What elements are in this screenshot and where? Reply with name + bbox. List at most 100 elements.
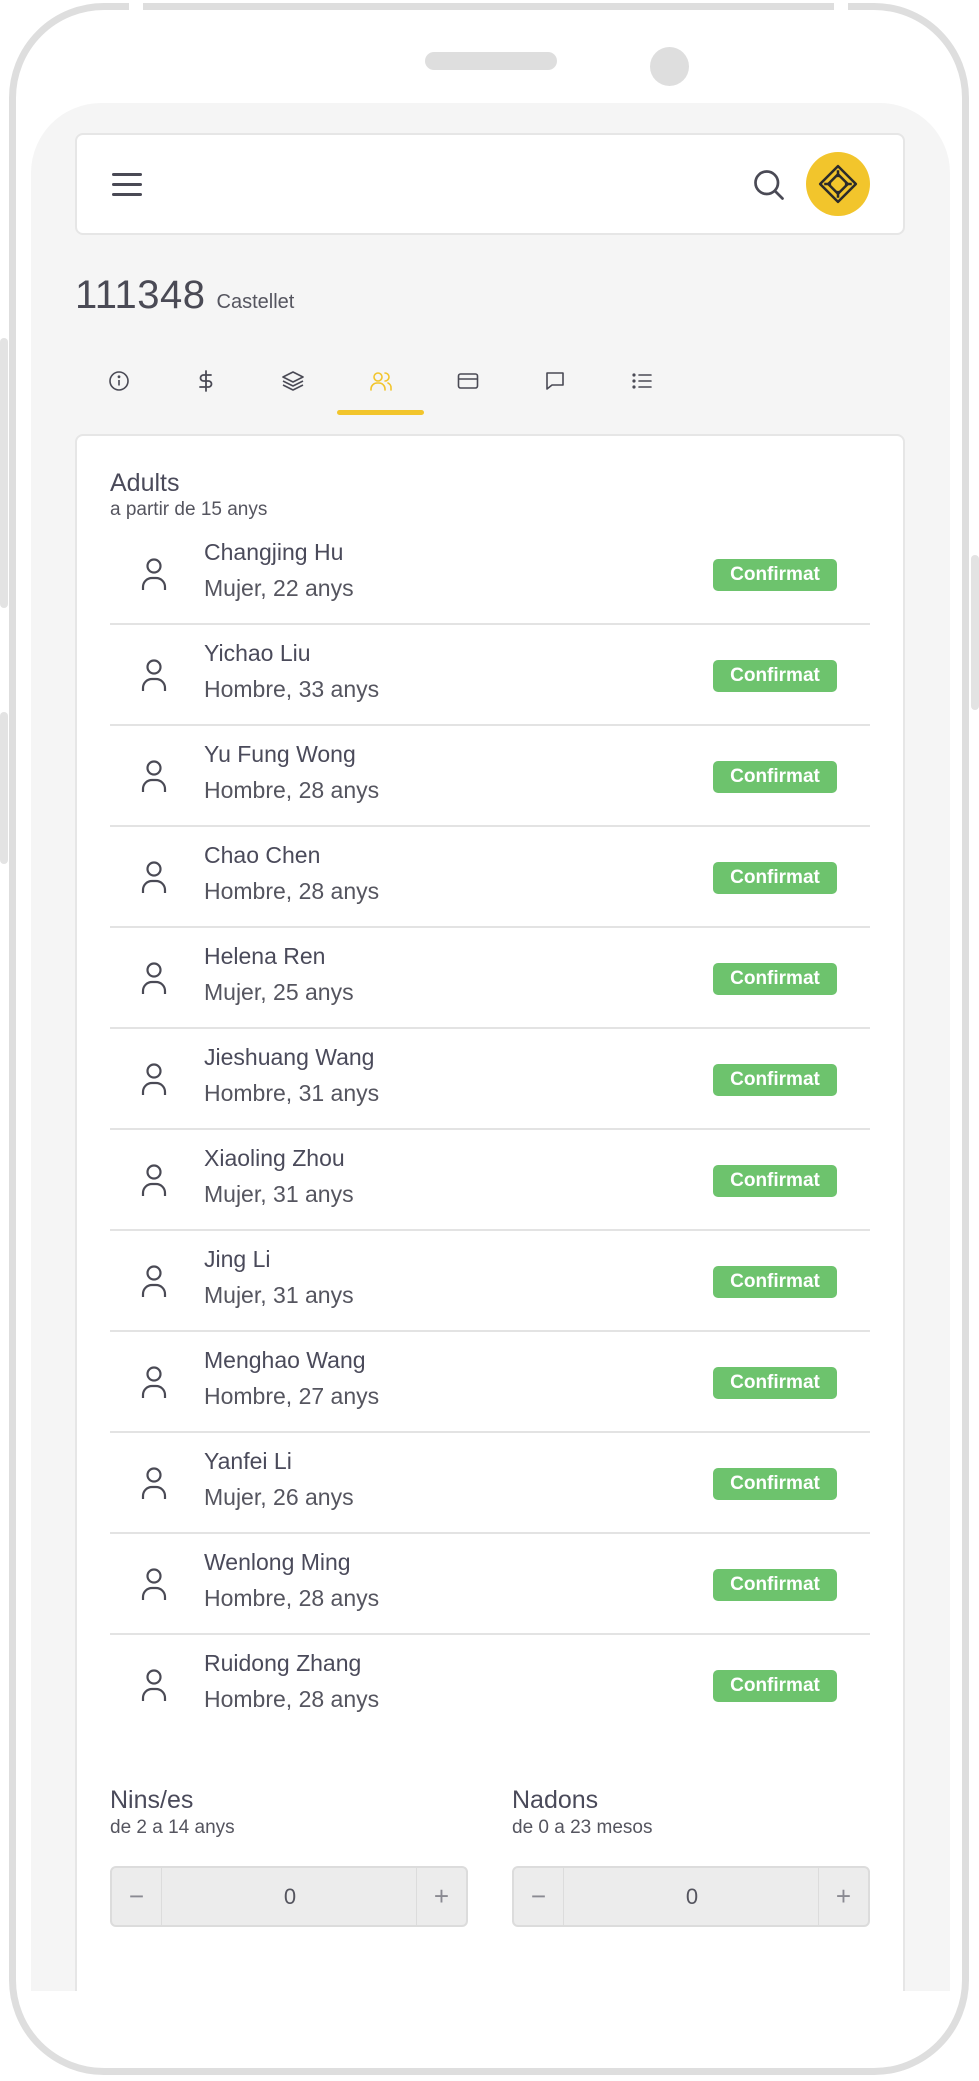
person-details: Hombre, 27 anys (204, 1383, 380, 1409)
user-avatar[interactable] (806, 152, 870, 216)
children-subtitle: de 2 a 14 anys (110, 1817, 235, 1838)
children-decrement-button[interactable]: − (112, 1868, 162, 1925)
person-icon (141, 1164, 167, 1196)
tab-card[interactable] (424, 347, 511, 415)
side-button-right (971, 555, 979, 710)
users-icon (369, 372, 392, 391)
list-item[interactable]: Helena Ren Mujer, 25 anys Confirmat (110, 928, 870, 1029)
tab-list[interactable] (599, 347, 686, 415)
volume-button (0, 338, 8, 608)
person-icon (141, 1467, 167, 1499)
logo-icon (818, 164, 858, 204)
list-icon (632, 373, 653, 389)
tab-info[interactable] (75, 347, 162, 415)
person-icon (141, 1568, 167, 1600)
adults-list: Changjing Hu Mujer, 22 anys Confirmat Yicha… (110, 524, 870, 1736)
person-details: Hombre, 28 anys (204, 878, 380, 904)
children-count-input[interactable] (163, 1868, 417, 1925)
babies-stepper: − + (512, 1866, 870, 1927)
list-item[interactable]: Jing Li Mujer, 31 anys Confirmat (110, 1231, 870, 1332)
person-icon (141, 1265, 167, 1297)
list-item[interactable]: Yanfei Li Mujer, 26 anys Confirmat (110, 1433, 870, 1534)
person-name: Ruidong Zhang (204, 1650, 362, 1676)
tab-messages[interactable] (511, 347, 598, 415)
status-badge[interactable]: Confirmat (713, 1468, 837, 1500)
list-item[interactable]: Jieshuang Wang Hombre, 31 anys Confirmat (110, 1029, 870, 1130)
person-icon (141, 1366, 167, 1398)
search-icon[interactable] (751, 167, 787, 203)
menu-icon[interactable] (112, 173, 142, 197)
list-item[interactable]: Xiaoling Zhou Mujer, 31 anys Confirmat (110, 1130, 870, 1231)
babies-subtitle: de 0 a 23 mesos (512, 1817, 653, 1838)
person-name: Helena Ren (204, 943, 326, 969)
frame-notch-gap (834, 2, 848, 12)
tab-payments[interactable] (162, 347, 249, 415)
tab-people[interactable] (336, 347, 425, 415)
person-details: Hombre, 33 anys (204, 676, 380, 702)
person-details: Hombre, 28 anys (204, 1585, 380, 1611)
phone-speaker (425, 52, 557, 70)
status-badge[interactable]: Confirmat (713, 660, 837, 692)
person-details: Mujer, 25 anys (204, 979, 354, 1005)
status-badge[interactable]: Confirmat (713, 862, 837, 894)
list-item[interactable]: Ruidong Zhang Hombre, 28 anys Confirmat (110, 1635, 870, 1736)
person-name: Menghao Wang (204, 1347, 366, 1373)
message-icon (546, 372, 564, 390)
status-badge[interactable]: Confirmat (713, 761, 837, 793)
status-badge[interactable]: Confirmat (713, 1165, 837, 1197)
page-title: 111348 Castellet (75, 273, 294, 318)
person-name: Yanfei Li (204, 1448, 292, 1474)
person-details: Hombre, 28 anys (204, 777, 380, 803)
person-name: Jing Li (204, 1246, 271, 1272)
person-icon (141, 659, 167, 691)
dollar-icon (199, 370, 213, 392)
adults-title: Adults (110, 469, 180, 497)
app-screen: 111348 Castellet Adults a partir de 15 a… (31, 103, 950, 1991)
person-icon (141, 1669, 167, 1701)
list-item[interactable]: Changjing Hu Mujer, 22 anys Confirmat (110, 524, 870, 625)
person-details: Mujer, 22 anys (204, 575, 354, 601)
babies-title: Nadons (512, 1786, 599, 1814)
person-name: Yu Fung Wong (204, 741, 356, 767)
list-item[interactable]: Yu Fung Wong Hombre, 28 anys Confirmat (110, 726, 870, 827)
person-details: Mujer, 31 anys (204, 1181, 354, 1207)
person-details: Mujer, 31 anys (204, 1282, 354, 1308)
person-details: Hombre, 28 anys (204, 1686, 380, 1712)
status-badge[interactable]: Confirmat (713, 1670, 837, 1702)
status-badge[interactable]: Confirmat (713, 559, 837, 591)
person-details: Mujer, 26 anys (204, 1484, 354, 1510)
attendees-card: Adults a partir de 15 anys Changjing Hu M… (75, 434, 905, 1991)
list-item[interactable]: Wenlong Ming Hombre, 28 anys Confirmat (110, 1534, 870, 1635)
credit-card-icon (457, 373, 479, 389)
list-item[interactable]: Menghao Wang Hombre, 27 anys Confirmat (110, 1332, 870, 1433)
babies-increment-button[interactable]: + (818, 1868, 868, 1925)
person-name: Wenlong Ming (204, 1549, 351, 1575)
status-badge[interactable]: Confirmat (713, 1064, 837, 1096)
status-badge[interactable]: Confirmat (713, 1569, 837, 1601)
tab-layers[interactable] (250, 347, 337, 415)
babies-count-input[interactable] (565, 1868, 819, 1925)
person-icon (141, 558, 167, 590)
person-name: Chao Chen (204, 842, 321, 868)
status-badge[interactable]: Confirmat (713, 1367, 837, 1399)
list-item[interactable]: Yichao Liu Hombre, 33 anys Confirmat (110, 625, 870, 726)
person-name: Jieshuang Wang (204, 1044, 375, 1070)
person-icon (141, 1063, 167, 1095)
person-icon (141, 760, 167, 792)
person-name: Xiaoling Zhou (204, 1145, 345, 1171)
person-details: Hombre, 31 anys (204, 1080, 380, 1106)
layers-icon (282, 371, 305, 391)
top-bar (75, 133, 905, 235)
info-icon (108, 371, 129, 391)
status-badge[interactable]: Confirmat (713, 963, 837, 995)
children-stepper: − + (110, 1866, 468, 1927)
children-increment-button[interactable]: + (416, 1868, 466, 1925)
status-badge[interactable]: Confirmat (713, 1266, 837, 1298)
power-button-left (0, 712, 8, 864)
person-icon (141, 962, 167, 994)
person-name: Changjing Hu (204, 539, 344, 565)
list-item[interactable]: Chao Chen Hombre, 28 anys Confirmat (110, 827, 870, 928)
babies-decrement-button[interactable]: − (514, 1868, 564, 1925)
phone-camera (650, 47, 689, 86)
frame-notch-gap (129, 2, 143, 12)
